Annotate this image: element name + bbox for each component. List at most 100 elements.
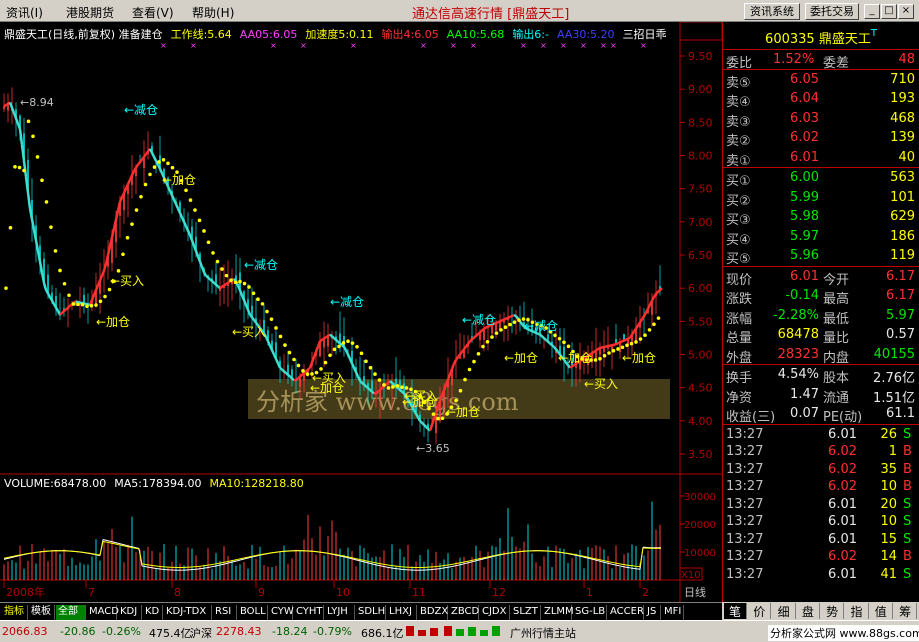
ma-segment [339,342,343,347]
quote-tab[interactable]: 指 [846,603,869,619]
close-icon[interactable]: × [898,4,914,19]
indicator-tab[interactable]: MFI [662,605,684,620]
ma-segment [617,341,621,345]
ma-segment [495,321,499,325]
info-system-button[interactable]: 资讯系统 [744,3,800,20]
volume-ma10 [240,557,245,560]
tick-row: 13:27 6.02 1 B [723,442,919,460]
signal-label: ←减仓 [462,313,496,327]
trend-dot [206,240,211,245]
indicator-tab[interactable]: CJDX [480,605,510,620]
signal-marker: × [540,41,547,50]
indicator-tab[interactable]: BOLL [238,605,268,620]
book-row: 买① 6.00 563 [723,168,919,189]
minimize-icon[interactable]: _ [864,4,880,19]
indicator-tab[interactable]: 模板 [29,605,55,620]
ma-segment [221,284,225,288]
ma-segment [503,317,507,321]
indicator-tab[interactable]: KDJ-TDX [164,605,212,620]
trend-dot [229,278,233,283]
ma-segment [367,387,371,391]
tick-time: 13:27 [726,479,764,494]
volume-ma10 [363,559,368,562]
trend-dot [170,165,175,170]
trend-dot [67,293,71,298]
indicator-tab[interactable]: KD [143,605,163,620]
quote-tab-bar: 笔价细盘势指值筹 [722,602,919,620]
kline-chart[interactable]: 9.50 9.00 8.50 8.00 7.50 7.00 6.50 6.00 5.50 5.00… [0,22,722,602]
volume-ma10 [330,553,335,555]
volume-ma10 [102,540,107,543]
trade-button[interactable]: 委托交易 [805,3,859,20]
trend-dot [634,340,638,344]
maximize-icon[interactable]: □ [881,4,897,19]
trend-dot [13,164,17,169]
ma-segment [571,364,575,368]
volume-ma5 [141,565,146,568]
indicator-tab[interactable]: CYW [269,605,294,620]
ma-segment [299,373,303,378]
trend-dot [355,344,359,349]
indicator-tab[interactable]: ZLMM [542,605,574,620]
indicator-tab[interactable]: KDJ [118,605,142,620]
indicator-tab[interactable]: LYJH [325,605,355,620]
ma-segment [5,102,9,107]
indicator-tab[interactable]: SG-LB [573,605,607,620]
trend-dot [436,416,440,421]
volume-ma10 [621,563,626,566]
indicator-tab[interactable]: MACD [87,605,119,620]
ma-segment [331,335,335,340]
sh-index: 2066.83 [2,625,48,638]
ma-segment [628,334,634,339]
volume-multiplier: X10 [681,570,701,581]
indicator-tab[interactable]: SDLH [356,605,386,620]
quote-tab[interactable]: 盘 [797,603,820,619]
book-label: 买① [726,174,751,189]
volume-ma10 [348,556,353,559]
quote-tab[interactable]: 笔 [724,603,747,619]
ma-segment [519,320,523,325]
indicator-tab[interactable]: 全部 [56,605,86,620]
menu-view[interactable]: 查看(V) [132,4,174,21]
volume-ma10 [18,554,23,556]
menu-help[interactable]: 帮助(H) [192,4,234,21]
volume-ma10 [573,553,578,556]
volume-ma10 [594,558,599,560]
stat-label: PE(动) [823,410,863,425]
indicator-tab[interactable]: LHXJ [387,605,417,620]
trend-dot [616,347,620,351]
volume-ma10 [3,557,8,559]
indicator-tab[interactable]: 指标 [2,605,28,620]
quote-tab[interactable]: 价 [748,603,772,619]
book-label: 卖② [726,134,751,149]
menu-info[interactable]: 资讯(I) [6,4,43,21]
menu-hk-futures[interactable]: 港股期货 [66,4,114,21]
volume-ma5 [207,566,212,568]
indicator-tab[interactable]: BDZX [418,605,448,620]
volume-ma10 [15,554,20,557]
trend-dot [49,225,53,229]
indicator-tab[interactable]: JS [645,605,661,620]
volume-ma10 [606,560,611,563]
indicator-tab[interactable]: SLZT [511,605,541,620]
ma-segment [253,319,257,324]
indicator-tab[interactable]: ZBCD [449,605,479,620]
volume-ma10 [450,563,455,565]
volume-ma5 [624,566,629,569]
trend-dot [472,359,476,364]
quote-tab[interactable]: 细 [773,603,796,619]
indicator-tab[interactable]: RSI [213,605,237,620]
indicator-tab[interactable]: ACCER [608,605,644,620]
trend-dot [382,383,386,387]
volume-ma5 [384,566,389,568]
tick-list[interactable]: 13:27 6.01 26 S 13:27 6.02 1 B 13:27 6.02 35 B 13:27… [723,425,919,583]
ma-segment [497,320,501,324]
quote-tab[interactable]: 值 [870,603,893,619]
tick-time: 13:27 [726,496,764,512]
app-window: 资讯(I) 港股期货 查看(V) 帮助(H) 通达信高速行情 [鼎盛天工] 资讯… [0,0,919,642]
trend-dot [328,353,332,358]
quote-tab[interactable]: 筹 [894,603,918,619]
indicator-tab[interactable]: CYHT [294,605,324,620]
quote-tab[interactable]: 势 [821,603,845,619]
volume-ma10 [474,558,479,561]
